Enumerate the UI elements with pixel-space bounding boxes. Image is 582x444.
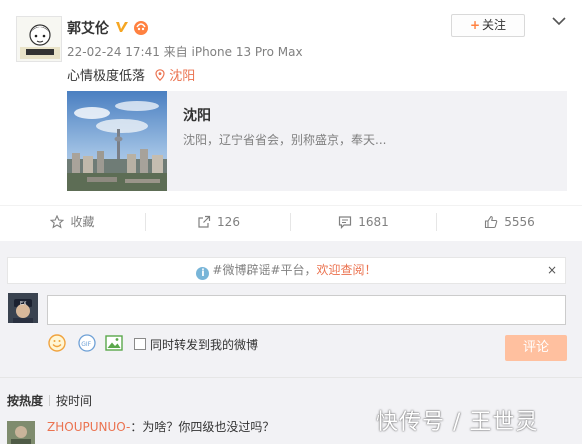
author-avatar[interactable] bbox=[16, 16, 62, 62]
city-photo bbox=[67, 91, 167, 191]
weibo-post: 郭艾伦 22-02-24 17:41 来自 iPhone 13 Pro Max … bbox=[0, 0, 582, 205]
close-icon[interactable]: × bbox=[547, 258, 557, 283]
repost-checkbox-label: 同时转发到我的微博 bbox=[150, 338, 259, 352]
location-link[interactable]: 沈阳 bbox=[155, 69, 195, 84]
notice-hashtag[interactable]: #微博辟谣#平台， bbox=[212, 263, 316, 277]
member-badge-icon[interactable] bbox=[132, 18, 150, 36]
post-meta: 22-02-24 17:41 来自 iPhone 13 Pro Max bbox=[67, 45, 303, 59]
plus-icon: + bbox=[469, 18, 481, 32]
repost-icon bbox=[198, 215, 211, 228]
chevron-down-icon[interactable] bbox=[551, 14, 567, 28]
divider bbox=[0, 377, 582, 378]
submit-comment-button[interactable]: 评论 bbox=[505, 335, 567, 361]
commenter-avatar[interactable] bbox=[7, 421, 35, 444]
thumbs-up-icon bbox=[485, 215, 498, 229]
comment-item: ZHOUPUNUO-：为啥？你四级也没过吗？ bbox=[47, 418, 274, 435]
like-button[interactable]: 5556 bbox=[437, 206, 582, 238]
repost-button[interactable]: 126 bbox=[146, 206, 291, 238]
verified-icon bbox=[116, 22, 128, 32]
comment-text: ：为啥？你四级也没过吗？ bbox=[130, 420, 275, 434]
card-title: 沈阳 bbox=[183, 108, 211, 124]
sort-by-time-tab[interactable]: 按时间 bbox=[56, 394, 92, 408]
watermark: 快传号 / 王世灵 bbox=[376, 410, 539, 435]
sort-by-hot-tab[interactable]: 按热度 bbox=[7, 394, 43, 408]
card-description: 沈阳，辽宁省省会，别称盛京，奉天... bbox=[183, 133, 387, 147]
rumor-notice-bar: i #微博辟谣#平台，欢迎查阅！ × bbox=[7, 257, 566, 284]
follow-button[interactable]: + 关注 bbox=[451, 14, 525, 37]
image-icon[interactable] bbox=[104, 333, 124, 353]
author-name[interactable]: 郭艾伦 bbox=[67, 18, 109, 38]
post-action-bar: 收藏 126 1681 5556 bbox=[0, 205, 582, 237]
location-pin-icon bbox=[155, 69, 165, 82]
info-icon: i bbox=[196, 267, 210, 280]
location-card[interactable]: 沈阳 沈阳，辽宁省省会，别称盛京，奉天... bbox=[67, 91, 567, 191]
favorite-button[interactable]: 收藏 bbox=[0, 206, 145, 238]
current-user-avatar[interactable]: EX bbox=[8, 293, 38, 323]
comment-icon bbox=[339, 216, 352, 229]
notice-welcome[interactable]: 欢迎查阅！ bbox=[317, 263, 377, 277]
svg-text:GIF: GIF bbox=[81, 341, 91, 348]
repost-checkbox[interactable] bbox=[134, 338, 146, 350]
comment-button[interactable]: 1681 bbox=[291, 206, 436, 238]
emoji-icon[interactable] bbox=[47, 333, 67, 353]
svg-text:EX: EX bbox=[20, 301, 27, 307]
comment-sort-tabs: 按热度 按时间 bbox=[7, 392, 92, 409]
comment-input[interactable] bbox=[47, 295, 566, 325]
divider bbox=[49, 395, 51, 406]
gif-icon[interactable]: GIF bbox=[77, 333, 97, 353]
post-text: 心情极度低落 沈阳 bbox=[67, 65, 195, 84]
post-content: 心情极度低落 bbox=[67, 69, 146, 84]
star-icon bbox=[50, 214, 65, 229]
commenter-name[interactable]: ZHOUPUNUO- bbox=[47, 420, 130, 434]
